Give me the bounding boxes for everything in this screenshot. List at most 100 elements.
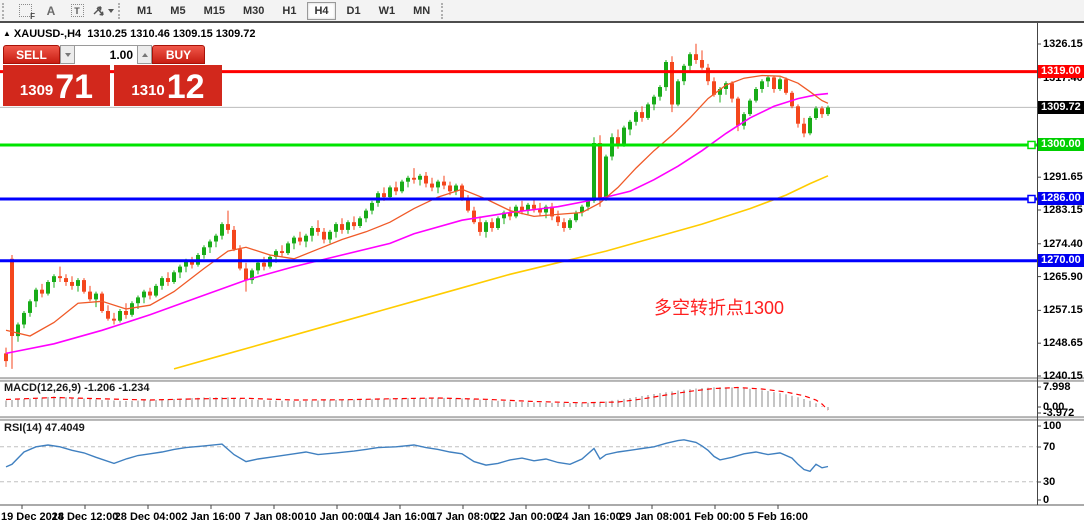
- candle-body: [490, 222, 494, 228]
- volume-increase-button[interactable]: [137, 45, 152, 64]
- time-axis-label: 29 Jan 08:00: [619, 511, 684, 523]
- time-axis-label: 5 Feb 16:00: [748, 511, 808, 523]
- candle-body: [460, 186, 464, 200]
- volume-decrease-button[interactable]: [60, 45, 75, 64]
- rsi-axis-label: 0: [1043, 494, 1049, 506]
- time-axis-label: 2 Jan 16:00: [181, 511, 240, 523]
- candle-body: [568, 220, 572, 228]
- candle-body: [418, 176, 422, 180]
- candle-body: [22, 313, 26, 325]
- arrows-tool-icon[interactable]: [92, 2, 114, 20]
- time-axis-label: 22 Jan 00:00: [493, 511, 558, 523]
- candle-body: [784, 79, 788, 93]
- timeframe-w1[interactable]: W1: [372, 2, 403, 20]
- candle-body: [340, 224, 344, 230]
- pivot-line-1300-handle[interactable]: [1028, 141, 1035, 148]
- time-axis-label: 7 Jan 08:00: [244, 511, 303, 523]
- text-tool-icon[interactable]: A: [40, 2, 62, 20]
- candle-body: [652, 97, 656, 105]
- label-tool-icon[interactable]: T: [66, 2, 88, 20]
- candle-body: [64, 278, 68, 282]
- candle-body: [730, 83, 734, 98]
- price-tick-label: 1291.65: [1043, 171, 1083, 183]
- candle-body: [742, 114, 746, 126]
- candle-body: [688, 54, 692, 66]
- chart-text-annotation[interactable]: 多空转折点1300: [654, 294, 784, 320]
- candle-body: [136, 297, 140, 303]
- sell-button[interactable]: SELL: [3, 45, 60, 64]
- symbol-label: XAUUSD-,H4: [14, 28, 81, 40]
- candle-body: [166, 278, 170, 282]
- ohlc-values: 1310.25 1310.46 1309.15 1309.72: [87, 28, 255, 40]
- candle-body: [208, 242, 212, 248]
- candle-body: [694, 54, 698, 60]
- candle-body: [484, 222, 488, 232]
- timeframe-m30[interactable]: M30: [236, 2, 271, 20]
- candle-body: [634, 112, 638, 122]
- toolbar-grip[interactable]: [2, 3, 8, 19]
- chart-title: ▲XAUUSD-,H4 1310.25 1310.46 1309.15 1309…: [3, 28, 256, 40]
- buy-price-display[interactable]: 1310 12: [114, 65, 222, 106]
- volume-input[interactable]: [75, 47, 137, 64]
- candle-body: [748, 101, 752, 115]
- candle-body: [754, 89, 758, 101]
- support-line-1286-handle[interactable]: [1028, 195, 1035, 202]
- candle-body: [292, 238, 296, 244]
- candle-body: [286, 243, 290, 253]
- candle-body: [646, 104, 650, 118]
- timeframe-d1[interactable]: D1: [340, 2, 368, 20]
- candle-body: [40, 290, 44, 294]
- candle-body: [334, 224, 338, 232]
- timeframe-m5[interactable]: M5: [163, 2, 192, 20]
- candle-body: [148, 292, 152, 296]
- candle-body: [706, 68, 710, 82]
- candle-body: [424, 176, 428, 184]
- timeframe-m1[interactable]: M1: [130, 2, 159, 20]
- candle-body: [214, 236, 218, 242]
- price-tick-label: 1257.15: [1043, 304, 1083, 316]
- candle-body: [388, 187, 392, 197]
- sell-price-display[interactable]: 1309 71: [3, 65, 110, 106]
- candle-body: [262, 263, 266, 267]
- toolbar-grip[interactable]: [441, 3, 447, 19]
- candle-body: [520, 207, 524, 211]
- timeframe-m15[interactable]: M15: [197, 2, 232, 20]
- candle-body: [406, 178, 410, 182]
- fibonacci-tool-icon[interactable]: F: [14, 2, 36, 20]
- time-axis-label: 17 Jan 08:00: [430, 511, 495, 523]
- candle-body: [772, 77, 776, 89]
- candle-body: [430, 184, 434, 188]
- candle-body: [352, 222, 356, 226]
- buy-button[interactable]: BUY: [152, 45, 205, 64]
- macd-axis-label: 7.998: [1043, 381, 1071, 393]
- candle-body: [58, 276, 62, 278]
- candle-body: [796, 106, 800, 123]
- sell-price-main: 1309: [20, 78, 53, 104]
- rsi-line: [6, 440, 828, 472]
- candle-body: [670, 62, 674, 105]
- timeframe-h4[interactable]: H4: [307, 2, 335, 20]
- rsi-axis-label: 100: [1043, 420, 1061, 432]
- timeframe-h1[interactable]: H1: [275, 2, 303, 20]
- candle-body: [88, 292, 92, 300]
- symbol-triangle-icon: ▲: [3, 29, 11, 38]
- rsi-axis-label: 30: [1043, 476, 1055, 488]
- timeframe-mn[interactable]: MN: [406, 2, 437, 20]
- candle-body: [682, 66, 686, 81]
- candle-body: [226, 224, 230, 230]
- candle-body: [592, 143, 596, 201]
- price-tick-label: 1248.65: [1043, 337, 1083, 349]
- candle-body: [400, 182, 404, 192]
- candle-body: [28, 301, 32, 313]
- candle-body: [358, 218, 362, 226]
- candle-body: [172, 272, 176, 282]
- down-arrow-icon: [65, 53, 71, 57]
- candle-body: [46, 282, 50, 294]
- candle-body: [346, 222, 350, 230]
- candle-body: [94, 294, 98, 300]
- arrows-glyph: [92, 4, 105, 17]
- toolbar-grip[interactable]: [118, 3, 124, 19]
- candle-body: [760, 81, 764, 89]
- candle-body: [604, 157, 608, 200]
- candle-body: [382, 193, 386, 197]
